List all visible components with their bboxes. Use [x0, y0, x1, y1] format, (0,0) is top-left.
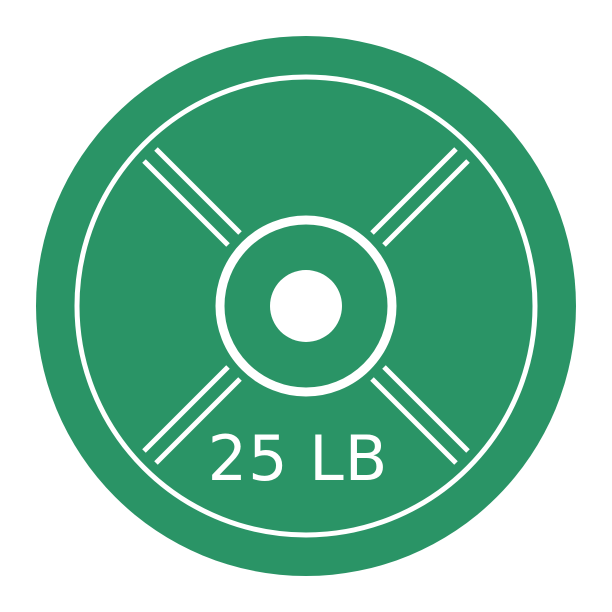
weight-plate: 25 LB: [0, 0, 612, 612]
plate-weight-label: 25 LB: [208, 422, 389, 495]
plate-center-hole: [270, 270, 342, 342]
weight-plate-icon: 25 LB: [36, 36, 576, 576]
